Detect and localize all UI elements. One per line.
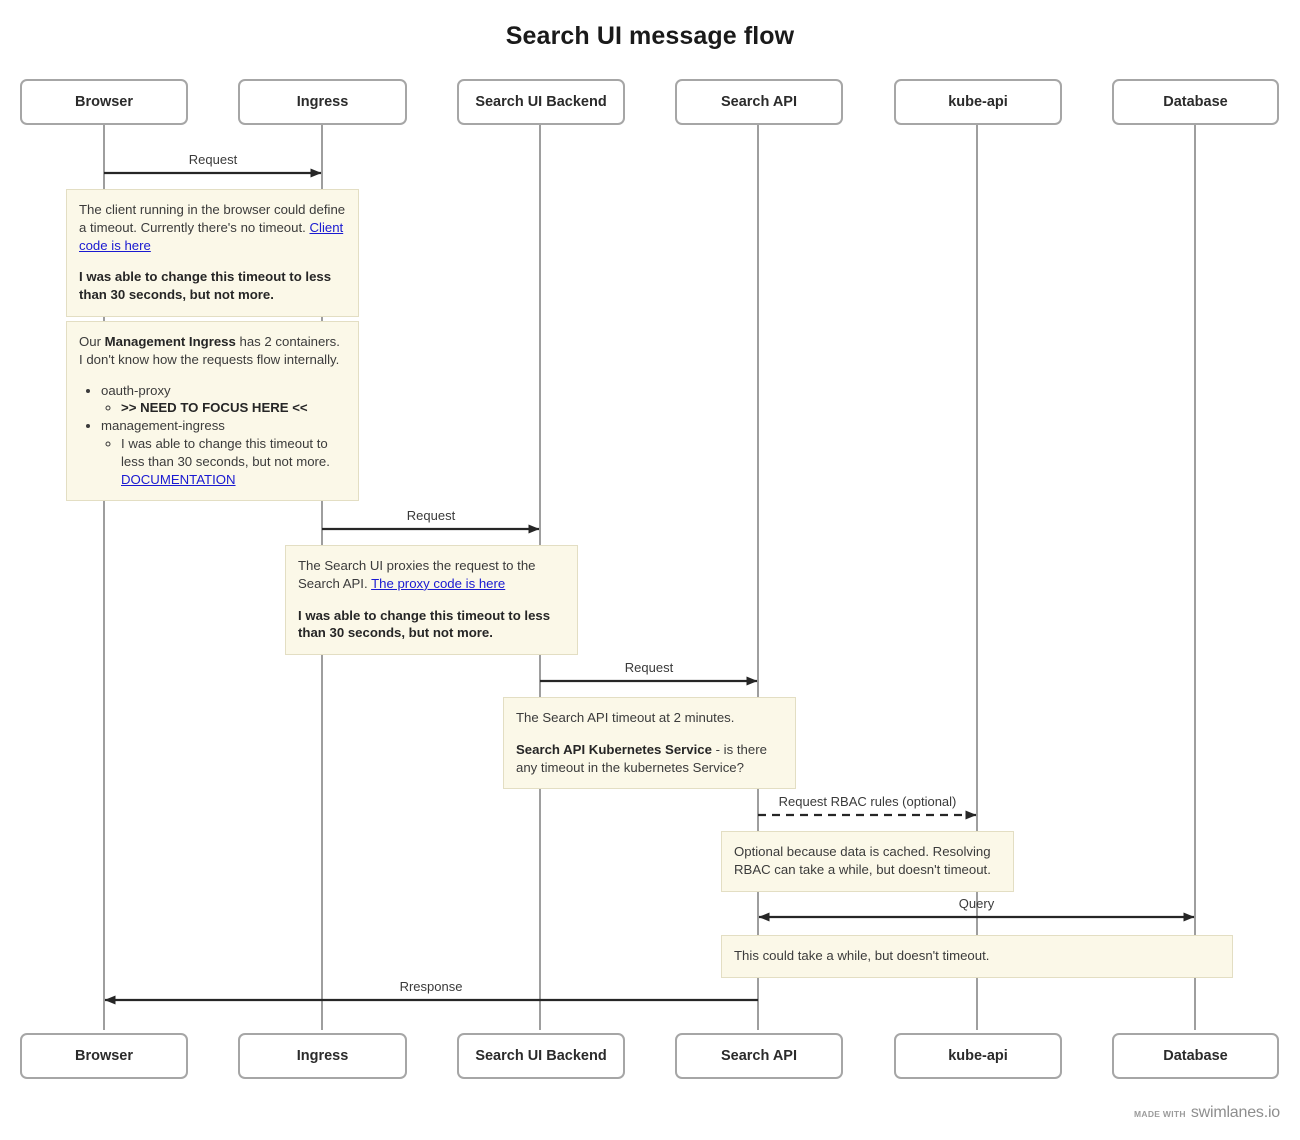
note-text: The client running in the browser could … <box>79 202 346 235</box>
message-label-m6: Rresponse <box>399 979 463 994</box>
note-sublist: I was able to change this timeout to les… <box>101 435 346 488</box>
note-bold-text: Search API Kubernetes Service <box>516 741 712 757</box>
note-text: This could take a while, but doesn't tim… <box>734 948 990 963</box>
actor-label: Search UI Backend <box>475 94 607 110</box>
note-link[interactable]: The proxy code is here <box>371 576 505 591</box>
actor-label: Database <box>1163 1048 1228 1064</box>
note-sublist-item: >> NEED TO FOCUS HERE << <box>121 399 346 417</box>
footer-brand-name: swimlanes.io <box>1190 1104 1280 1121</box>
lifeline-searchapi <box>757 125 759 1030</box>
note-client-timeout: The client running in the browser could … <box>66 189 359 317</box>
note-paragraph: The Search API timeout at 2 minutes. <box>516 709 783 727</box>
note-list-item-text: oauth-proxy <box>101 382 171 398</box>
note-sublist-item: I was able to change this timeout to les… <box>121 435 346 488</box>
note-text: Optional because data is cached. Resolvi… <box>734 844 991 877</box>
actor-database-bottom[interactable]: Database <box>1112 1033 1279 1079</box>
note-link[interactable]: DOCUMENTATION <box>121 472 236 487</box>
message-label-m1: Request <box>188 152 238 167</box>
actor-browser-top[interactable]: Browser <box>20 79 188 125</box>
note-list-item: oauth-proxy >> NEED TO FOCUS HERE << <box>101 382 346 418</box>
actor-label: Search UI Backend <box>475 1048 607 1064</box>
actor-ingress-top[interactable]: Ingress <box>238 79 407 125</box>
actor-label: Browser <box>74 1048 134 1064</box>
note-search-api-timeout: The Search API timeout at 2 minutes. Sear… <box>503 697 796 790</box>
note-rbac-cached: Optional because data is cached. Resolvi… <box>721 831 1014 892</box>
note-text: I was able to change this timeout to les… <box>298 607 551 641</box>
sequence-diagram: Search UI message flow Browser Ingress Sea… <box>0 0 1300 1140</box>
note-query-slow: This could take a while, but doesn't tim… <box>721 935 1233 978</box>
note-paragraph: Our Management Ingress has 2 containers.… <box>79 333 346 369</box>
actor-searchapi-top[interactable]: Search API <box>675 79 843 125</box>
footer-branding: MADE WITH swimlanes.io <box>1134 1104 1280 1122</box>
note-paragraph: Search API Kubernetes Service - is there… <box>516 741 783 777</box>
note-paragraph: This could take a while, but doesn't tim… <box>734 947 1220 965</box>
note-list: oauth-proxy>> NEED TO FOCUS HERE <<manag… <box>79 382 346 489</box>
actor-label: Database <box>1163 94 1228 110</box>
note-text: Our <box>79 334 105 349</box>
actor-label: Search API <box>720 1048 798 1064</box>
actor-searchapi-bottom[interactable]: Search API <box>675 1033 843 1079</box>
note-paragraph: The client running in the browser could … <box>79 201 346 254</box>
lifeline-kubeapi <box>976 125 978 1030</box>
actor-browser-bottom[interactable]: Browser <box>20 1033 188 1079</box>
note-paragraph: Optional because data is cached. Resolvi… <box>734 843 1001 879</box>
page-title: Search UI message flow <box>505 22 795 50</box>
footer-made-with-label: MADE WITH <box>1134 1109 1186 1119</box>
note-sublist-item-text: >> NEED TO FOCUS HERE << <box>121 400 308 416</box>
actor-label: Search API <box>720 94 798 110</box>
note-list-item: management-ingressI was able to change t… <box>101 417 346 488</box>
message-label-m4: Request RBAC rules (optional) <box>778 794 957 809</box>
actor-kubeapi-top[interactable]: kube-api <box>894 79 1062 125</box>
note-list-item-text: management-ingress <box>101 418 225 434</box>
actor-label: Ingress <box>296 94 349 110</box>
lifeline-database <box>1194 125 1196 1030</box>
note-proxy: The Search UI proxies the request to the… <box>285 545 578 656</box>
note-text: I was able to change this timeout to les… <box>79 269 332 303</box>
actor-kubeapi-bottom[interactable]: kube-api <box>894 1033 1062 1079</box>
message-label-m5: Query <box>958 896 995 911</box>
actor-ingress-bottom[interactable]: Ingress <box>238 1033 407 1079</box>
message-label-m3: Request <box>624 660 674 675</box>
actor-label: Ingress <box>296 1048 349 1064</box>
actor-searchui-top[interactable]: Search UI Backend <box>457 79 625 125</box>
actor-label: kube-api <box>948 1048 1008 1064</box>
note-bold-text: Management Ingress <box>104 334 236 349</box>
note-paragraph: The Search UI proxies the request to the… <box>298 557 565 593</box>
actor-database-top[interactable]: Database <box>1112 79 1279 125</box>
note-paragraph: I was able to change this timeout to les… <box>79 268 346 304</box>
message-label-m2: Request <box>406 508 456 523</box>
note-sublist-item-text: I was able to change this timeout to les… <box>121 435 330 469</box>
note-sublist: >> NEED TO FOCUS HERE << <box>101 399 346 417</box>
actor-label: Browser <box>74 94 134 110</box>
actor-label: kube-api <box>948 94 1008 110</box>
note-text: The Search API timeout at 2 minutes. <box>516 710 735 725</box>
note-paragraph: I was able to change this timeout to les… <box>298 607 565 643</box>
note-management-ingress: Our Management Ingress has 2 containers.… <box>66 321 359 502</box>
actor-searchui-bottom[interactable]: Search UI Backend <box>457 1033 625 1079</box>
